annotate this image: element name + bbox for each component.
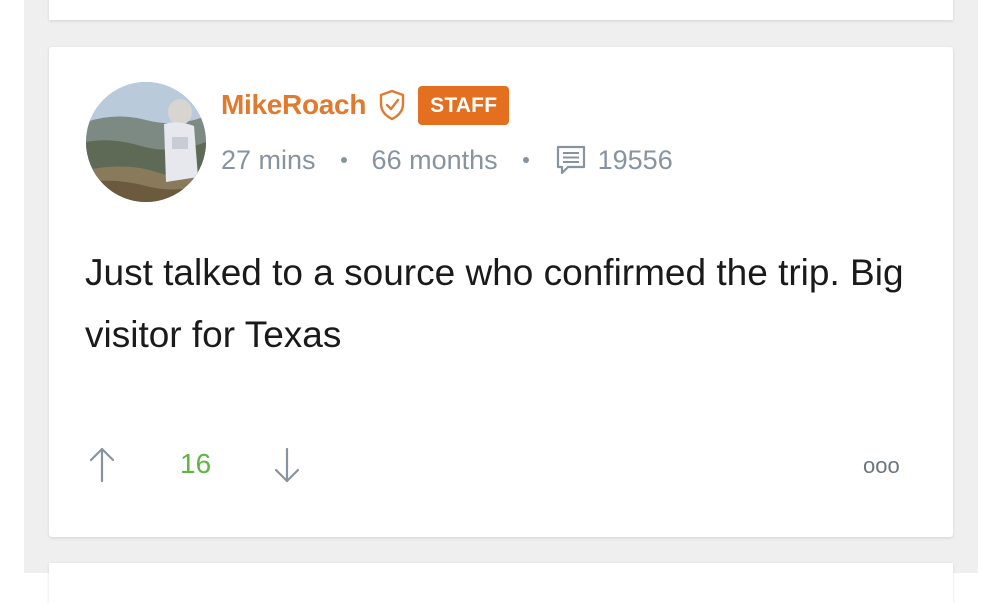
- post-time: 27 mins: [221, 144, 316, 175]
- arrow-down-icon[interactable]: [272, 445, 302, 485]
- post-card: MikeRoach STAFF 27 mins 66 months 19556 …: [49, 47, 953, 537]
- staff-badge: STAFF: [418, 85, 510, 125]
- member-age: 66 months: [371, 144, 498, 175]
- separator-dot: [522, 157, 529, 163]
- author-row: MikeRoach STAFF: [221, 84, 510, 126]
- message-icon: [554, 143, 588, 177]
- next-post-card: [49, 563, 953, 603]
- author-name[interactable]: MikeRoach: [221, 89, 366, 121]
- post-actions: 16 ooo: [85, 440, 915, 490]
- previous-post-card: [49, 0, 953, 20]
- avatar[interactable]: [86, 82, 206, 202]
- shield-check-icon: [378, 89, 406, 121]
- arrow-up-icon[interactable]: [87, 445, 117, 485]
- post-meta: 27 mins 66 months 19556: [221, 140, 673, 180]
- vote-count: 16: [180, 448, 212, 479]
- post-count: 19556: [597, 144, 673, 175]
- separator-dot: [340, 157, 347, 163]
- more-options-button[interactable]: ooo: [863, 453, 900, 479]
- post-body: Just talked to a source who confirmed th…: [85, 252, 904, 355]
